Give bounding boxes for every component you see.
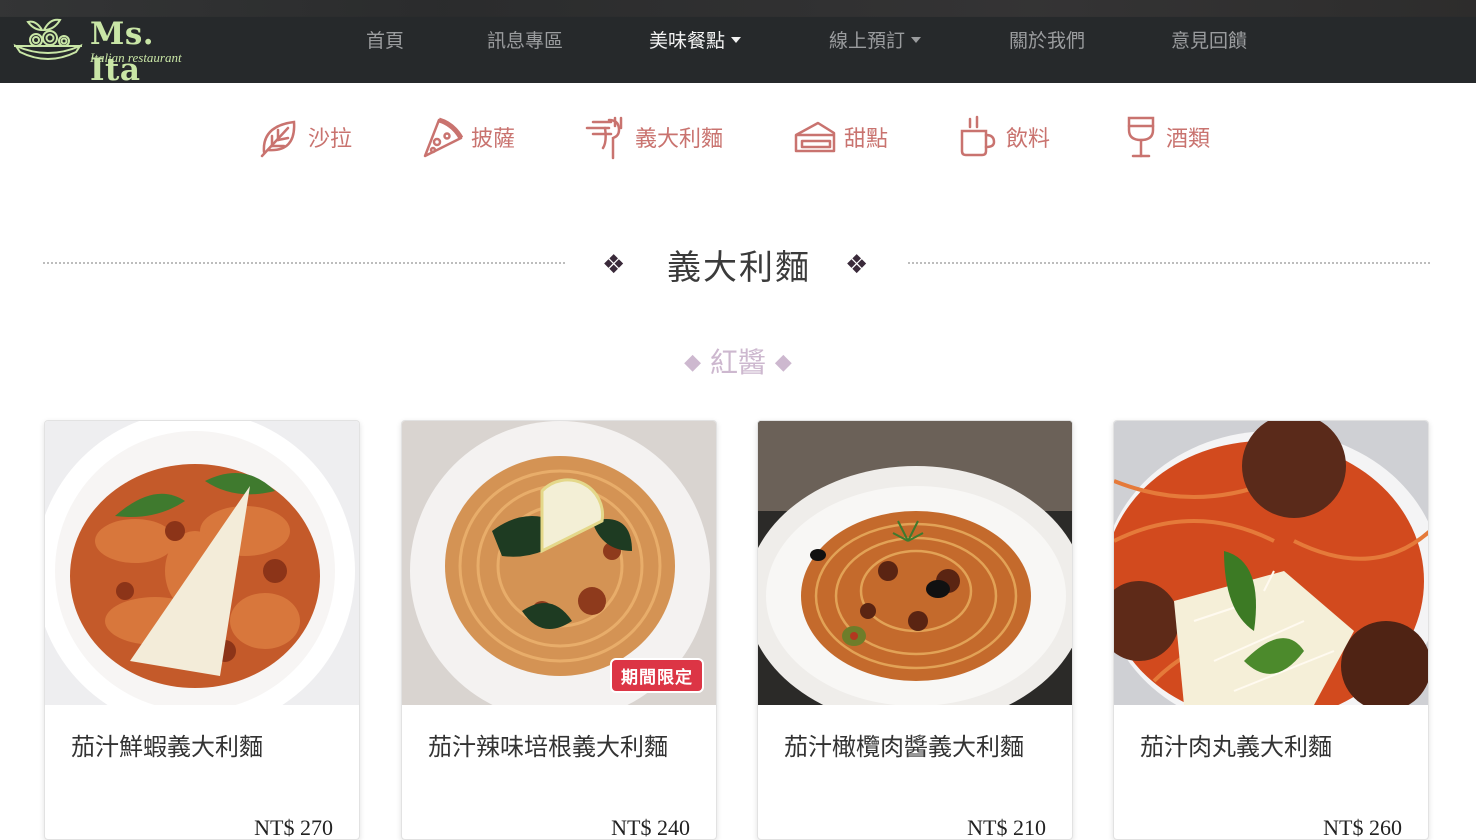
category-pasta-label: 義大利麵 xyxy=(635,127,724,152)
subsection-title: 紅醬 xyxy=(709,346,766,379)
olive-bolognese-photo xyxy=(758,421,1072,705)
category-drinks[interactable]: 飲料 xyxy=(958,112,1050,162)
nav-feedback[interactable]: 意見回饋 xyxy=(1171,28,1247,54)
product-card[interactable]: 茄汁鮮蝦義大利麵 NT$ 270 xyxy=(44,420,360,840)
divider-right xyxy=(908,262,1430,264)
diamond-left-icon: ◆ xyxy=(684,350,702,375)
fork-pasta-icon xyxy=(585,116,623,160)
caret-down-icon xyxy=(911,37,922,43)
category-drinks-label: 飲料 xyxy=(1006,127,1051,152)
subsection-heading: ◆ 紅醬 ◆ xyxy=(0,341,1476,381)
category-salad[interactable]: 沙拉 xyxy=(258,112,352,162)
product-card[interactable]: 期間限定 茄汁辣味培根義大利麵 NT$ 240 xyxy=(401,420,717,840)
nav-menu-label: 美味餐點 xyxy=(649,30,726,52)
category-pasta[interactable]: 義大利麵 xyxy=(585,112,723,162)
nav-about[interactable]: 關於我們 xyxy=(1009,28,1085,54)
category-salad-label: 沙拉 xyxy=(308,127,353,152)
leaf-icon xyxy=(260,120,296,158)
nav-news[interactable]: 訊息專區 xyxy=(487,28,563,54)
nav-booking-dropdown[interactable]: 線上預訂 xyxy=(829,28,922,54)
product-title: 茄汁肉丸義大利麵 xyxy=(1140,733,1332,761)
nav-home[interactable]: 首頁 xyxy=(366,28,404,54)
brand-subtitle: Italian restaurant xyxy=(90,50,182,65)
product-price: NT$ 240 xyxy=(611,815,690,840)
product-image[interactable] xyxy=(758,421,1072,705)
nav-menu-dropdown[interactable]: 美味餐點 xyxy=(649,28,742,54)
nav-about-label: 關於我們 xyxy=(1009,30,1086,52)
nav-booking-label: 線上預訂 xyxy=(829,30,906,52)
top-navbar: Ms. Ita Italian restaurant 首頁 訊息專區 美味餐點 … xyxy=(0,0,1476,88)
ornament-left-icon: ❖ xyxy=(602,250,626,280)
nav-home-label: 首頁 xyxy=(366,30,405,52)
divider-left xyxy=(43,262,565,264)
product-price: NT$ 260 xyxy=(1323,815,1402,840)
meatball-pasta-photo xyxy=(1114,421,1428,705)
product-image[interactable] xyxy=(45,421,359,705)
section-title: 義大利麵 xyxy=(667,248,811,288)
section-heading: ❖ 義大利麵 ❖ xyxy=(0,236,1476,290)
product-title: 茄汁橄欖肉醬義大利麵 xyxy=(784,733,1024,761)
caret-down-icon xyxy=(731,37,742,43)
diamond-right-icon: ◆ xyxy=(774,350,792,375)
nav-news-label: 訊息專區 xyxy=(487,30,564,52)
category-dessert-label: 甜點 xyxy=(844,127,889,152)
coffee-cup-icon xyxy=(960,115,996,157)
brand-logo[interactable]: Ms. Ita Italian restaurant xyxy=(12,14,212,88)
product-card[interactable]: 茄汁橄欖肉醬義大利麵 NT$ 210 xyxy=(757,420,1073,840)
product-title: 茄汁辣味培根義大利麵 xyxy=(428,733,668,761)
wine-glass-icon xyxy=(1127,116,1155,158)
ornament-right-icon: ❖ xyxy=(845,250,869,280)
category-pizza-label: 披薩 xyxy=(471,127,516,152)
pasta-bowl-logo-icon xyxy=(13,18,83,60)
pizza-icon xyxy=(423,117,463,158)
limited-time-badge: 期間限定 xyxy=(610,658,704,693)
product-price: NT$ 210 xyxy=(967,815,1046,840)
product-price: NT$ 270 xyxy=(254,815,333,840)
shrimp-pasta-photo xyxy=(45,421,359,705)
category-wine[interactable]: 酒類 xyxy=(1124,112,1210,162)
category-dessert[interactable]: 甜點 xyxy=(794,112,888,162)
product-image[interactable] xyxy=(1114,421,1428,705)
nav-feedback-label: 意見回饋 xyxy=(1171,30,1248,52)
product-title: 茄汁鮮蝦義大利麵 xyxy=(71,733,263,761)
category-wine-label: 酒類 xyxy=(1166,127,1211,152)
product-card[interactable]: 茄汁肉丸義大利麵 NT$ 260 xyxy=(1113,420,1429,840)
category-pizza[interactable]: 披薩 xyxy=(421,112,515,162)
cake-icon xyxy=(794,121,836,153)
product-image[interactable]: 期間限定 xyxy=(402,421,716,705)
